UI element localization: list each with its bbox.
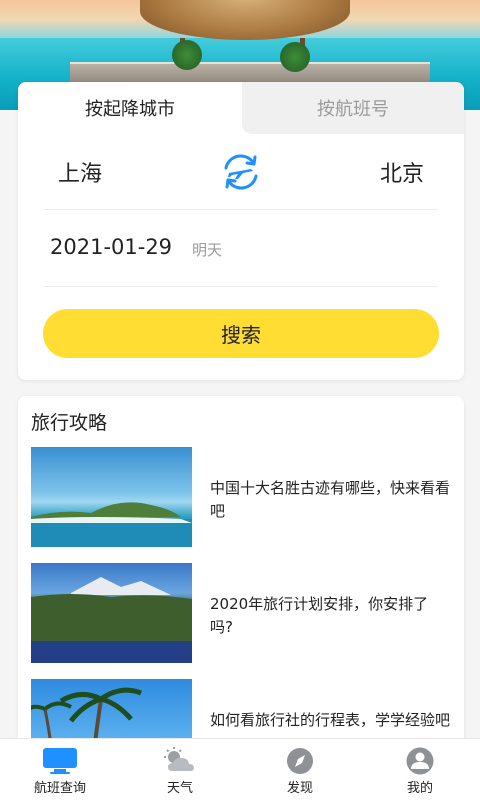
nav-label: 航班查询 [33,781,86,796]
departure-date[interactable]: 2021-01-29 [50,235,172,259]
search-tabs: 按起降城市 按航班号 [18,82,464,134]
plane-swap-icon[interactable] [220,152,262,192]
route-row: 上海 北京 [44,134,438,210]
nav-weather[interactable]: 天气 [120,739,240,800]
user-icon [402,747,438,775]
article-item[interactable]: 中国十大名胜古迹有哪些，快来看看吧 [31,447,451,547]
nav-profile[interactable]: 我的 [360,739,480,800]
article-title: 如何看旅行社的行程表，学学经验吧 [210,711,451,729]
beach-island-photo [31,447,192,547]
travel-guide-card: 旅行攻略 中国十大名胜古迹有哪些，快来看看吧 2020年旅行计划安排，你安排了吗… [18,396,464,756]
date-row[interactable]: 2021-01-29 明天 [44,211,438,287]
nav-discover[interactable]: 发现 [240,739,360,800]
tab-by-city[interactable]: 按起降城市 [18,82,242,134]
search-button[interactable]: 搜索 [43,309,439,358]
hero-deck [70,62,430,84]
weather-icon [162,747,198,775]
article-title: 2020年旅行计划安排，你安排了吗? [210,595,429,636]
nav-label: 我的 [406,781,433,796]
tab-by-flight-number[interactable]: 按航班号 [242,82,464,134]
nav-label: 天气 [166,781,193,796]
bottom-nav: 航班查询 天气 发现 我的 [0,738,480,800]
departure-city[interactable]: 上海 [58,156,102,188]
date-relative-label: 明天 [192,241,223,259]
article-item[interactable]: 2020年旅行计划安排，你安排了吗? [31,563,451,663]
hero-plant [172,40,202,70]
section-title: 旅行攻略 [31,412,108,434]
nav-label: 发现 [286,781,313,796]
arrival-city[interactable]: 北京 [380,156,424,188]
monitor-icon [42,747,78,775]
article-title: 中国十大名胜古迹有哪些，快来看看吧 [210,479,451,520]
nav-flight-search[interactable]: 航班查询 [0,739,120,800]
hero-plant [280,42,310,72]
compass-icon [282,747,318,775]
flight-search-card: 按起降城市 按航班号 上海 北京 2021-01-29 明天 搜索 [18,82,464,380]
mountain-lake-photo [31,563,192,663]
